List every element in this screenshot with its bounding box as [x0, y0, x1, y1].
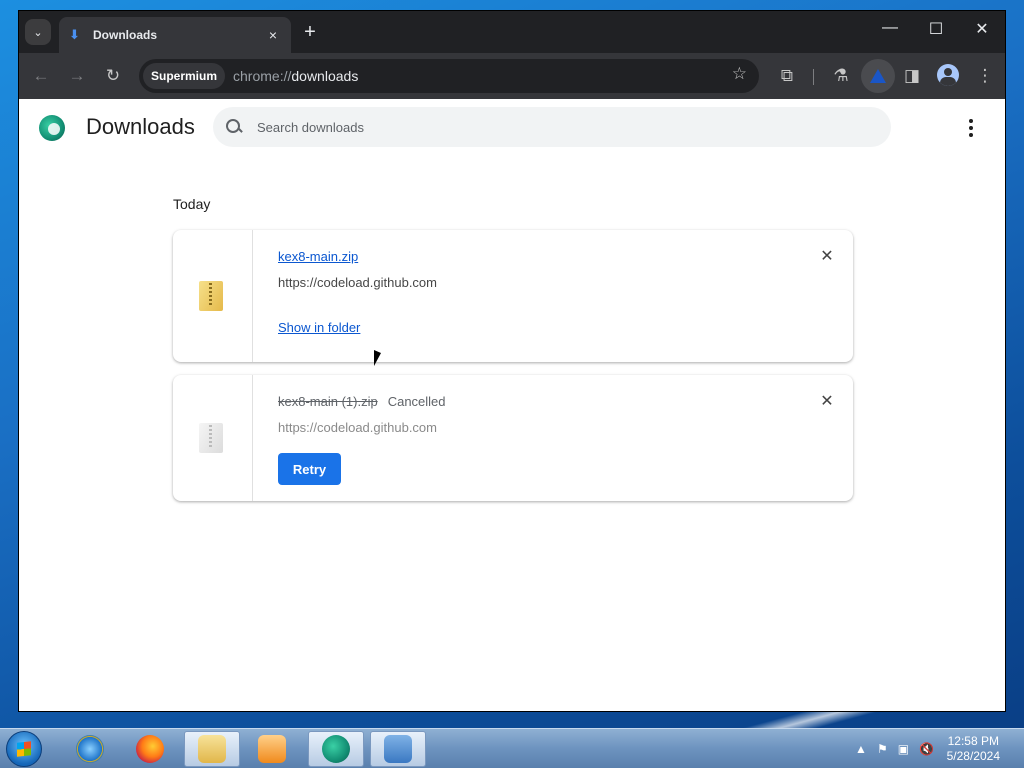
zip-file-icon	[199, 281, 223, 311]
firefox-icon	[136, 735, 164, 763]
tab-title: Downloads	[93, 28, 158, 42]
maximize-button[interactable]: ☐	[913, 19, 959, 39]
start-button[interactable]	[6, 731, 42, 767]
download-item: kex8-main.zip https://codeload.github.co…	[173, 230, 853, 362]
clock-time: 12:58 PM	[947, 734, 999, 748]
media-player-icon	[258, 735, 286, 763]
volume-muted-icon[interactable]: 🔇	[919, 742, 934, 756]
more-actions-icon[interactable]	[963, 119, 979, 137]
mouse-cursor-icon	[374, 350, 381, 366]
triangle-icon	[870, 69, 886, 83]
page-title: Downloads	[86, 114, 195, 139]
remove-item-icon[interactable]: ✕	[819, 249, 835, 265]
firefox-taskbar-item[interactable]	[122, 731, 178, 767]
search-icon	[225, 118, 243, 136]
action-center-flag-icon[interactable]: ⚑	[877, 742, 888, 756]
clock[interactable]: 12:58 PM 5/28/2024	[947, 734, 1000, 764]
file-icon-column	[173, 375, 253, 501]
filename-link[interactable]: kex8-main.zip	[278, 249, 358, 264]
browser-menu-icon[interactable]: ⋮	[973, 64, 997, 88]
supermium-icon	[322, 735, 350, 763]
media-player-taskbar-item[interactable]	[244, 731, 300, 767]
browser-toolbar: ← → ↻ Supermium chrome://downloads ☆ ⧉ ⚗…	[19, 53, 1005, 99]
reload-button[interactable]: ↻	[101, 64, 125, 88]
show-hidden-icons-icon[interactable]: ▲	[855, 742, 867, 756]
folder-icon	[198, 735, 226, 763]
profile-avatar-icon[interactable]	[937, 64, 959, 86]
browser-chip[interactable]: Supermium	[143, 63, 226, 89]
tab-strip: ⌄ ⬇ Downloads × + — ☐ ✕	[19, 11, 1005, 53]
url-host: downloads	[291, 68, 359, 84]
cancelled-filename: kex8-main (1).zip	[278, 394, 378, 409]
labs-flask-icon[interactable]: ⚗	[829, 64, 853, 88]
download-item: kex8-main (1).zip Cancelled https://codel…	[173, 375, 853, 501]
browser-window: ⌄ ⬇ Downloads × + — ☐ ✕ ← → ↻ Supermium …	[18, 10, 1006, 712]
search-input[interactable]	[257, 119, 837, 135]
retry-button[interactable]: Retry	[278, 453, 341, 485]
download-filename: kex8-main (1).zip Cancelled	[278, 394, 446, 409]
download-filename: kex8-main.zip	[278, 249, 358, 264]
new-tab-button[interactable]: +	[299, 21, 321, 44]
toolbar-divider	[813, 69, 814, 85]
address-bar[interactable]: Supermium chrome://downloads ☆	[139, 59, 759, 93]
internet-explorer-taskbar-item[interactable]	[62, 731, 118, 767]
remove-item-icon[interactable]: ✕	[819, 394, 835, 410]
supermium-taskbar-item[interactable]	[308, 731, 364, 767]
file-explorer-taskbar-item[interactable]	[184, 731, 240, 767]
control-panel-taskbar-item[interactable]	[370, 731, 426, 767]
taskbar: ▲ ⚑ ▣ 🔇 12:58 PM 5/28/2024	[0, 728, 1024, 768]
extension-triangle-button[interactable]	[861, 59, 895, 93]
tab-search-icon[interactable]: ⌄	[25, 19, 51, 45]
minimize-button[interactable]: —	[867, 19, 913, 37]
extensions-icon[interactable]: ⧉	[775, 64, 799, 88]
download-status: Cancelled	[387, 394, 446, 409]
downloads-page: Downloads Today kex8-main.zip https://co…	[19, 99, 1005, 711]
download-source-url: https://codeload.github.com	[278, 420, 437, 435]
network-icon[interactable]: ▣	[898, 742, 909, 756]
windows-logo-icon	[17, 741, 31, 757]
supermium-logo-icon	[39, 115, 65, 141]
bookmark-star-icon[interactable]: ☆	[732, 64, 747, 84]
internet-explorer-icon	[76, 735, 104, 763]
url-text: chrome://downloads	[233, 68, 358, 84]
download-source-url: https://codeload.github.com	[278, 275, 437, 290]
back-button[interactable]: ←	[29, 64, 53, 88]
show-in-folder-link[interactable]: Show in folder	[278, 320, 360, 335]
side-panel-icon[interactable]: ◨	[900, 64, 924, 88]
control-panel-icon	[384, 735, 412, 763]
download-icon: ⬇	[69, 27, 80, 42]
search-bar[interactable]	[213, 107, 891, 147]
file-icon-column	[173, 230, 253, 362]
tab-downloads[interactable]: ⬇ Downloads ×	[59, 17, 291, 53]
clock-date: 5/28/2024	[946, 749, 1000, 763]
forward-button[interactable]: →	[65, 64, 89, 88]
system-tray: ▲ ⚑ ▣ 🔇	[855, 742, 934, 756]
close-window-button[interactable]: ✕	[959, 19, 1005, 39]
date-section-label: Today	[173, 196, 211, 212]
zip-file-icon	[199, 423, 223, 453]
url-scheme: chrome://	[233, 68, 292, 84]
tab-close-icon[interactable]: ×	[265, 27, 281, 43]
